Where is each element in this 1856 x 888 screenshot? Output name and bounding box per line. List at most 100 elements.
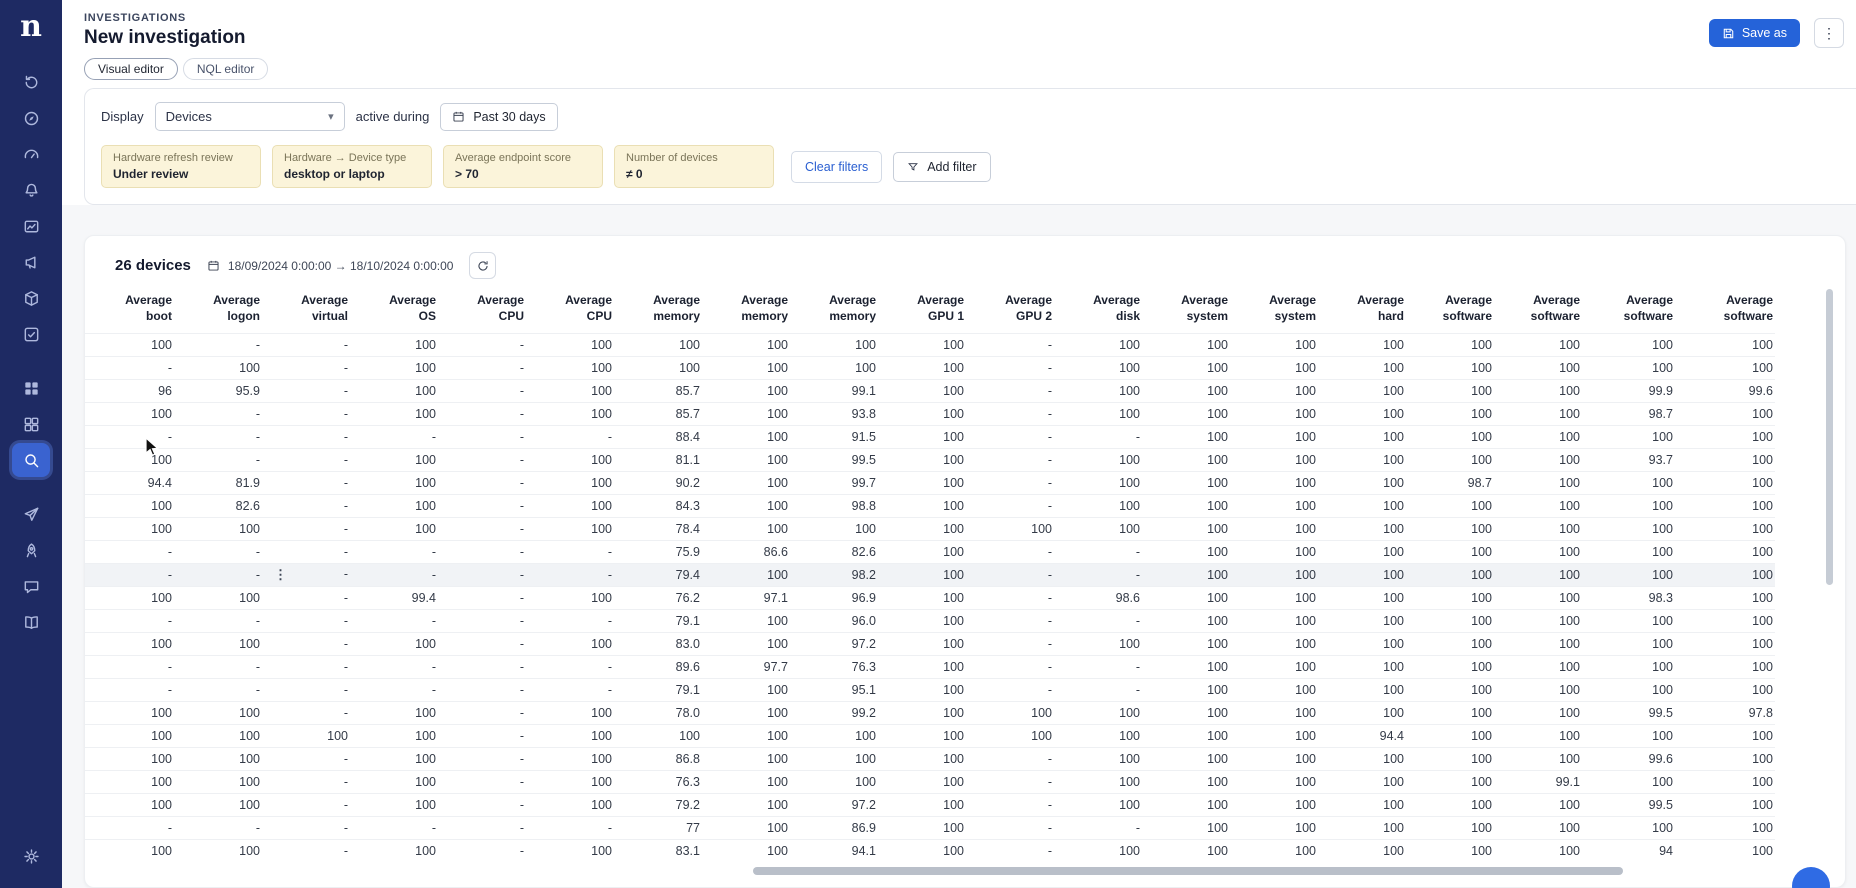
table-cell: 100 <box>1675 471 1775 495</box>
modules-grid-icon[interactable] <box>12 407 50 441</box>
table-row[interactable]: - - - - - -75.9 86.6 82.6 100- -100 100 100 100 100 10… <box>85 540 1775 564</box>
gauge-icon[interactable] <box>12 137 50 171</box>
table-cell: - <box>85 425 174 449</box>
table-cell: - <box>262 747 350 771</box>
table-row[interactable]: 100- -100-100 85.7 100 93.8 100-100 100 100 100 1… <box>85 402 1775 426</box>
column-header[interactable]: Average system <box>1230 285 1318 334</box>
column-header[interactable]: Average logon <box>174 285 262 334</box>
bell-icon[interactable] <box>12 173 50 207</box>
filter-chip[interactable]: Number of devices ≠ 0 <box>614 145 774 189</box>
column-header[interactable]: Average virtual <box>262 285 350 334</box>
table-cell: 100 <box>1406 793 1494 817</box>
explore-compass-icon[interactable] <box>12 101 50 135</box>
table-cell: - <box>174 448 262 472</box>
table-row[interactable]: -100-100-100 100 100 100 100-100 100 100 100 100… <box>85 356 1775 380</box>
investigations-icon[interactable] <box>12 443 50 477</box>
table-row[interactable]: 100 100 100 100-100 100 100 100 100 100 100 100 100… <box>85 724 1775 748</box>
table-cell: 100 <box>350 356 438 380</box>
filter-chip[interactable]: Hardware refresh review Under review <box>101 145 261 189</box>
column-header[interactable]: Average boot <box>85 285 174 334</box>
breadcrumb: INVESTIGATIONS <box>84 12 186 24</box>
table-cell: 100 <box>1406 517 1494 541</box>
filter-chip[interactable]: Average endpoint score > 70 <box>443 145 603 189</box>
more-options-button[interactable]: ⋮ <box>1814 18 1844 48</box>
column-header[interactable]: Average OS <box>350 285 438 334</box>
column-header[interactable]: Average hard <box>1318 285 1406 334</box>
table-row[interactable]: 100 100-100-100 78.4 100 100 100 100 100 100 100 1… <box>85 517 1775 541</box>
table-cell: 100 <box>1230 540 1318 564</box>
table-cell: 100 <box>1675 356 1775 380</box>
table-row[interactable]: 100 82.6-100-100 84.3 100 98.8 100-100 100 100 1… <box>85 494 1775 518</box>
table-row[interactable]: 100 100-100-100 79.2 100 97.2 100-100 100 100 10… <box>85 793 1775 817</box>
table-row[interactable]: - - - - - -79.1 100 95.1 100- -100 100 100 100 100 100… <box>85 678 1775 702</box>
table-cell: 100 <box>85 333 174 357</box>
rocket-icon[interactable] <box>12 533 50 567</box>
table-row[interactable]: 100 100-100-100 83.0 100 97.2 100-100 100 100 10… <box>85 632 1775 656</box>
column-header[interactable]: Average GPU 2 <box>966 285 1054 334</box>
dashboard-chart-icon[interactable] <box>12 209 50 243</box>
row-menu-icon[interactable]: ⋮ <box>274 567 287 583</box>
nexthink-logo[interactable]: n <box>20 12 42 42</box>
workflows-icon[interactable] <box>12 317 50 351</box>
table-row[interactable]: 100 100-100-100 78.0 100 99.2 100 100 100 100 100… <box>85 701 1775 725</box>
table-cell: 100 <box>1054 701 1142 725</box>
tab-nql-editor[interactable]: NQL editor <box>182 58 269 80</box>
column-header[interactable]: Average software <box>1582 285 1675 334</box>
table-cell: 76.2 <box>614 586 702 610</box>
chat-icon[interactable] <box>12 569 50 603</box>
table-cell: - <box>438 517 526 541</box>
add-filter-button[interactable]: Add filter <box>893 151 991 182</box>
column-header[interactable]: Average memory <box>614 285 702 334</box>
settings-gear-icon[interactable] <box>12 839 50 873</box>
column-header[interactable]: Average software <box>1406 285 1494 334</box>
results-card: 26 devices 18/09/2024 0:00:00 → 18/10/20… <box>84 235 1846 888</box>
history-icon[interactable] <box>12 65 50 99</box>
column-header[interactable]: Average memory <box>702 285 790 334</box>
campaigns-icon[interactable] <box>12 245 50 279</box>
table-row[interactable]: 100- -100-100 100 100 100 100-100 100 100 100 100… <box>85 333 1775 357</box>
table-row[interactable]: 94.4 81.9-100-100 90.2 100 99.7 100-100 100 100… <box>85 471 1775 495</box>
horizontal-scrollbar[interactable] <box>753 867 1623 875</box>
table-row[interactable]: 96 95.9-100-100 85.7 100 99.1 100-100 100 100 10… <box>85 379 1775 403</box>
column-header[interactable]: Average memory <box>790 285 878 334</box>
table-row[interactable]: - - - - - -79.1 100 96.0 100- -100 100 100 100 100 100… <box>85 609 1775 633</box>
table-row[interactable]: 100 100-100-100 86.8 100 100 100-100 100 100 100… <box>85 747 1775 771</box>
table-row[interactable]: 100- -100-100 81.1 100 99.5 100-100 100 100 100 1… <box>85 448 1775 472</box>
refresh-button[interactable] <box>469 252 497 280</box>
table-row[interactable]: - - - - - -89.6 97.7 76.3 100- -100 100 100 100 100 10… <box>85 655 1775 679</box>
table-cell: - <box>174 402 262 426</box>
apps-grid-icon[interactable] <box>12 371 50 405</box>
table-row[interactable]: 100 100-100-100 76.3 100 100 100-100 100 100 100… <box>85 770 1775 794</box>
display-select[interactable]: Devices ▾ <box>154 102 345 131</box>
table-row[interactable]: - - - - - -88.4 100 91.5 100- -100 100 100 100 100 100… <box>85 425 1775 449</box>
clear-filters-button[interactable]: Clear filters <box>791 150 883 183</box>
column-header[interactable]: Average software <box>1675 285 1775 334</box>
table-cell: 100 <box>1406 586 1494 610</box>
library-book-icon[interactable] <box>12 605 50 639</box>
table-cell: 100 <box>790 517 878 541</box>
table-cell: - <box>966 333 1054 357</box>
table-cell: - <box>966 494 1054 518</box>
results-header: 26 devices 18/09/2024 0:00:00 → 18/10/20… <box>85 252 1845 280</box>
filter-chip[interactable]: Hardware → Device type desktop or laptop <box>272 145 432 189</box>
table-row[interactable]: - - - - - -77 100 86.9 100- -100 100 100 100 100 100 10… <box>85 816 1775 840</box>
table-row[interactable]: 100 100-99.4-100 76.2 97.1 96.9 100-98.6 100 10… <box>85 586 1775 610</box>
table-cell: - <box>438 333 526 357</box>
table-cell: 100 <box>1406 333 1494 357</box>
package-icon[interactable] <box>12 281 50 315</box>
table-cell: 100 <box>350 494 438 518</box>
column-header[interactable]: Average CPU <box>438 285 526 334</box>
time-range-button[interactable]: Past 30 days <box>440 102 558 131</box>
column-header[interactable]: Average CPU <box>526 285 614 334</box>
table-cell: - <box>966 540 1054 564</box>
column-header[interactable]: Average GPU 1 <box>878 285 966 334</box>
column-header[interactable]: Average system <box>1142 285 1230 334</box>
table-row[interactable]: - - ⋮ - - - -79.4 100 98.2 100- -100 100 100 100 100 10… <box>85 563 1775 587</box>
tab-visual-editor[interactable]: Visual editor <box>84 58 178 80</box>
vertical-scrollbar[interactable] <box>1826 289 1833 586</box>
send-icon[interactable] <box>12 497 50 531</box>
column-header[interactable]: Average software <box>1494 285 1582 334</box>
save-as-button[interactable]: Save as <box>1708 19 1800 47</box>
column-header[interactable]: Average disk <box>1054 285 1142 334</box>
table-row[interactable]: 100 100-100-100 83.1 100 94.1 100-100 100 100 10… <box>85 839 1775 863</box>
